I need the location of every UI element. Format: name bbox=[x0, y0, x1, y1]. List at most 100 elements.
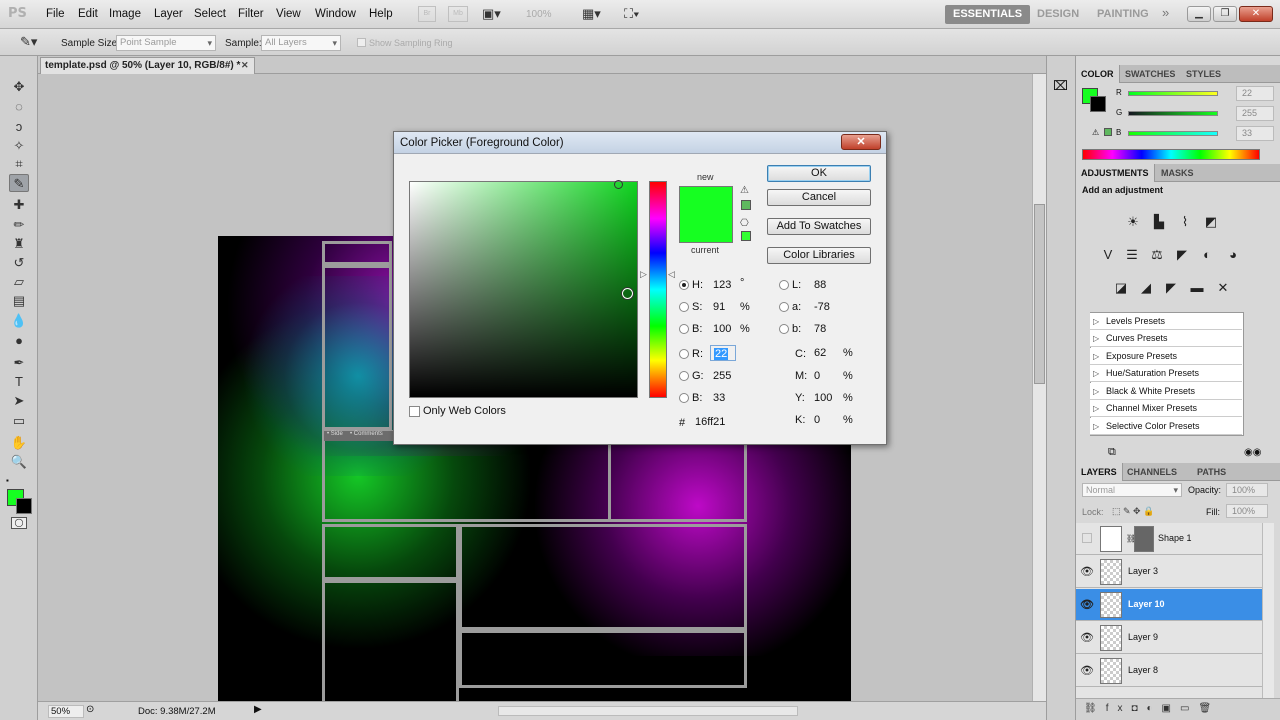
color-balance-icon[interactable]: ⚖ bbox=[1147, 246, 1167, 264]
field-lab-b[interactable]: 78 bbox=[811, 321, 843, 337]
clone-stamp-tool-icon[interactable]: ♜ bbox=[9, 235, 29, 253]
blur-tool-icon[interactable]: 💧 bbox=[9, 312, 29, 330]
workspace-design[interactable]: DESIGN bbox=[1029, 5, 1087, 24]
field-g[interactable]: 255 bbox=[710, 368, 742, 384]
curves-icon[interactable]: ⌇ bbox=[1175, 213, 1195, 231]
move-tool-icon[interactable]: ✥ bbox=[9, 78, 29, 96]
field-h[interactable]: 123 bbox=[710, 277, 742, 293]
saturation-brightness-field[interactable] bbox=[409, 180, 638, 398]
clip-to-layer-icon[interactable]: ⧉ bbox=[1108, 446, 1116, 459]
dialog-close-icon[interactable]: ✕ bbox=[841, 134, 881, 150]
path-selection-tool-icon[interactable]: ➤ bbox=[9, 392, 29, 410]
bridge-icon[interactable]: Br bbox=[418, 6, 436, 22]
vibrance-icon[interactable]: V bbox=[1098, 246, 1118, 264]
tab-channels[interactable]: CHANNELS bbox=[1122, 463, 1182, 481]
radio-h[interactable] bbox=[679, 280, 689, 290]
preset-levels[interactable]: Levels Presets bbox=[1090, 313, 1242, 330]
eyedropper-tool-icon[interactable]: ✎ bbox=[9, 174, 29, 192]
scroll-thumb[interactable] bbox=[1034, 204, 1045, 384]
invert-icon[interactable]: ◪ bbox=[1111, 279, 1131, 297]
history-brush-tool-icon[interactable]: ↺ bbox=[9, 254, 29, 272]
radio-s[interactable] bbox=[679, 302, 689, 312]
tab-layers[interactable]: LAYERS bbox=[1076, 463, 1123, 481]
tab-color[interactable]: COLOR bbox=[1076, 65, 1120, 83]
channel-mixer-icon[interactable]: ◕ bbox=[1223, 246, 1243, 264]
vertical-scrollbar[interactable] bbox=[1032, 74, 1046, 701]
arrange-documents-icon[interactable]: ▦▾ bbox=[582, 6, 601, 22]
default-colors-icon[interactable]: ▪ bbox=[6, 476, 9, 485]
status-menu-arrow-icon[interactable]: ▶ bbox=[254, 704, 262, 715]
color-libraries-button[interactable]: Color Libraries bbox=[767, 247, 871, 264]
radio-brightness[interactable] bbox=[679, 324, 689, 334]
field-m[interactable]: 0 bbox=[811, 368, 843, 384]
field-a[interactable]: -78 bbox=[811, 299, 843, 315]
preset-curves[interactable]: Curves Presets bbox=[1090, 330, 1242, 347]
preset-channel-mixer[interactable]: Channel Mixer Presets bbox=[1090, 400, 1242, 417]
eye-icon[interactable]: 👁 bbox=[1080, 664, 1094, 677]
zoom-level-select[interactable]: 100% bbox=[526, 9, 552, 20]
workspace-painting[interactable]: PAINTING bbox=[1089, 5, 1157, 24]
field-r[interactable]: 22 bbox=[710, 345, 736, 361]
ok-button[interactable]: OK bbox=[767, 165, 871, 182]
menu-window[interactable]: Window bbox=[315, 8, 356, 20]
gamut-correction-swatch[interactable] bbox=[741, 200, 751, 210]
blend-mode-select[interactable]: Normal bbox=[1082, 483, 1182, 497]
vector-mask-thumbnail[interactable] bbox=[1134, 526, 1154, 552]
gamut-swatch[interactable] bbox=[1104, 128, 1112, 136]
layer-row-layer-8[interactable]: 👁 Layer 8 bbox=[1076, 655, 1262, 687]
layers-bottom-toolbar[interactable]: ⛓fx◘◐▣▭🗑 bbox=[1076, 698, 1280, 720]
threshold-icon[interactable]: ◤ bbox=[1161, 279, 1181, 297]
selective-color-icon[interactable]: ✕ bbox=[1213, 279, 1233, 297]
current-color-swatch[interactable] bbox=[679, 215, 733, 243]
zoom-tool-icon[interactable]: 🔍 bbox=[9, 453, 29, 471]
color-r-slider[interactable] bbox=[1128, 91, 1218, 96]
horizontal-scrollbar[interactable] bbox=[498, 706, 798, 716]
radio-b[interactable] bbox=[679, 393, 689, 403]
color-b-value[interactable]: 33 bbox=[1236, 126, 1274, 141]
gamut-warning-icon[interactable]: ⚠ bbox=[1092, 128, 1099, 137]
dodge-tool-icon[interactable]: ● bbox=[9, 332, 29, 350]
out-of-gamut-warning-icon[interactable]: ⚠ bbox=[740, 185, 749, 196]
cancel-button[interactable]: Cancel bbox=[767, 189, 871, 206]
eraser-tool-icon[interactable]: ▱ bbox=[9, 273, 29, 291]
fill-field[interactable]: 100% bbox=[1226, 504, 1268, 518]
menu-edit[interactable]: Edit bbox=[78, 8, 98, 20]
radio-l[interactable] bbox=[779, 280, 789, 290]
tab-adjustments[interactable]: ADJUSTMENTS bbox=[1076, 164, 1155, 182]
close-document-icon[interactable]: ✕ bbox=[241, 58, 249, 73]
add-to-swatches-button[interactable]: Add To Swatches bbox=[767, 218, 871, 235]
status-icon[interactable]: ⊙ bbox=[86, 704, 94, 715]
background-color-swatch[interactable] bbox=[16, 498, 32, 514]
adjustments-panel-menu-icon[interactable]: ◉◉ bbox=[1244, 447, 1261, 458]
preset-black-white[interactable]: Black & White Presets bbox=[1090, 383, 1242, 400]
color-panel-bg-swatch[interactable] bbox=[1090, 96, 1106, 112]
document-tab[interactable]: template.psd @ 50% (Layer 10, RGB/8#) * … bbox=[40, 57, 255, 74]
tab-paths[interactable]: PATHS bbox=[1192, 463, 1231, 481]
radio-a[interactable] bbox=[779, 302, 789, 312]
pen-tool-icon[interactable]: ✒ bbox=[9, 354, 29, 372]
opacity-field[interactable]: 100% bbox=[1226, 483, 1268, 497]
dialog-titlebar[interactable]: Color Picker (Foreground Color) ✕ bbox=[394, 132, 886, 154]
tab-swatches[interactable]: SWATCHES bbox=[1120, 65, 1180, 83]
history-panel-icon[interactable]: ⌧ bbox=[1053, 78, 1068, 94]
crop-tool-icon[interactable]: ⌗ bbox=[9, 155, 29, 173]
view-extras-icon[interactable]: ▣▾ bbox=[482, 6, 501, 22]
more-workspaces-icon[interactable]: » bbox=[1162, 5, 1169, 20]
shape-tool-icon[interactable]: ▭ bbox=[9, 412, 29, 430]
menu-layer[interactable]: Layer bbox=[154, 8, 183, 20]
preset-hue-saturation[interactable]: Hue/Saturation Presets bbox=[1090, 365, 1242, 382]
photo-filter-icon[interactable]: ◐ bbox=[1197, 246, 1217, 264]
quick-mask-icon[interactable]: ◯ bbox=[11, 517, 27, 529]
field-c[interactable]: 62 bbox=[811, 345, 843, 361]
minimize-icon[interactable]: ▁ bbox=[1187, 6, 1211, 22]
type-tool-icon[interactable]: T bbox=[9, 373, 29, 391]
field-y[interactable]: 100 bbox=[811, 390, 843, 406]
eye-icon[interactable]: 👁 bbox=[1080, 631, 1094, 644]
lock-icons[interactable]: ⬚ ✎ ✥ 🔒 bbox=[1112, 506, 1154, 517]
tab-masks[interactable]: MASKS bbox=[1156, 164, 1199, 182]
marquee-tool-icon[interactable]: ◌ bbox=[9, 98, 29, 116]
layer-row-layer-10[interactable]: 👁 Layer 10 bbox=[1076, 589, 1262, 621]
only-web-colors-checkbox[interactable] bbox=[409, 406, 420, 417]
screen-mode-icon[interactable]: ⛶▾ bbox=[624, 6, 639, 22]
preset-exposure[interactable]: Exposure Presets bbox=[1090, 348, 1242, 365]
